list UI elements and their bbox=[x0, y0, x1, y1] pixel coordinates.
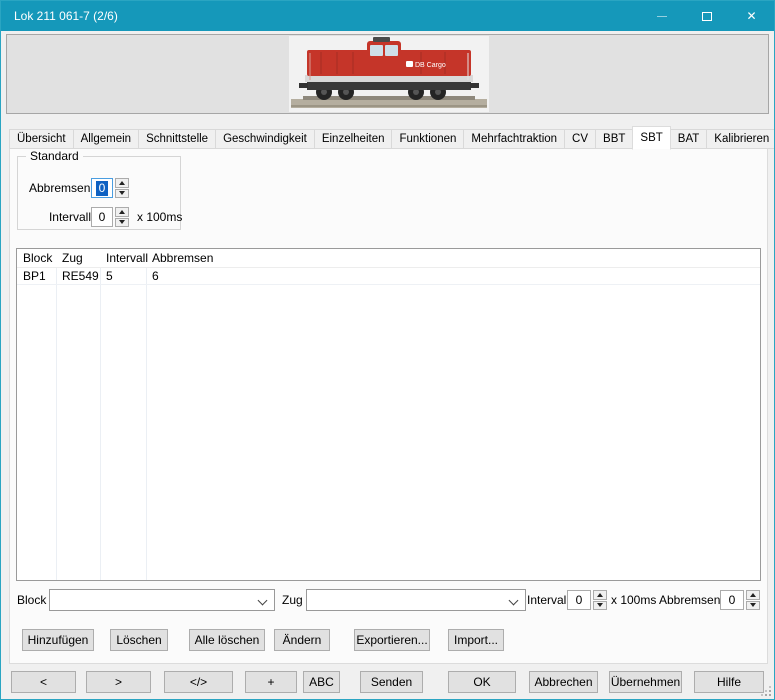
close-icon: ✕ bbox=[746, 9, 756, 23]
ok-button[interactable]: OK bbox=[448, 671, 516, 693]
tab-bbt[interactable]: BBT bbox=[595, 129, 633, 149]
next-button[interactable]: > bbox=[86, 671, 151, 693]
up-arrow-icon bbox=[119, 181, 125, 185]
tab-sbt[interactable]: SBT bbox=[632, 126, 670, 150]
cell-abbremsen: 6 bbox=[146, 268, 760, 284]
hilfe-button[interactable]: Hilfe bbox=[694, 671, 764, 693]
cell-zug: RE549 bbox=[56, 268, 100, 284]
tab-allgemein[interactable]: Allgemein bbox=[73, 129, 140, 149]
standard-groupbox: Standard Abbremsen 0 Intervall 0 x 100ms bbox=[17, 156, 181, 230]
spin-up-button[interactable] bbox=[115, 178, 129, 188]
down-arrow-icon bbox=[750, 603, 756, 607]
grip-dots-icon bbox=[769, 694, 771, 696]
chevron-down-icon bbox=[258, 596, 268, 606]
abbremsen-spinner[interactable]: 0 bbox=[91, 178, 129, 198]
dialog-window: Lok 211 061-7 (2/6) ✕ bbox=[0, 0, 775, 700]
spin-down-button[interactable] bbox=[115, 218, 129, 228]
block-combobox[interactable] bbox=[49, 589, 275, 611]
tab-cv[interactable]: CV bbox=[564, 129, 596, 149]
minimize-button[interactable] bbox=[639, 1, 684, 31]
aendern-button[interactable]: Ändern bbox=[274, 629, 330, 651]
zug-combobox[interactable] bbox=[306, 589, 526, 611]
column-divider bbox=[100, 249, 101, 580]
tab-uebersicht[interactable]: Übersicht bbox=[9, 129, 74, 149]
code-button[interactable]: </> bbox=[164, 671, 233, 693]
abc-button[interactable]: ABC bbox=[303, 671, 340, 693]
abbremsen-spin-field[interactable]: 0 bbox=[720, 590, 744, 610]
header-abbremsen[interactable]: Abbremsen bbox=[146, 249, 760, 267]
sbt-tab-page: Standard Abbremsen 0 Intervall 0 x 100ms bbox=[9, 148, 768, 664]
intervall-spinner[interactable]: 0 bbox=[91, 207, 129, 227]
resize-grip[interactable] bbox=[760, 685, 771, 696]
interval-unit-label: x 100ms bbox=[137, 210, 182, 224]
senden-button[interactable]: Senden bbox=[360, 671, 423, 693]
intervall-label: Intervall bbox=[527, 589, 569, 611]
groupbox-title: Standard bbox=[26, 149, 83, 163]
prev-button[interactable]: < bbox=[11, 671, 76, 693]
interval-unit-label: x 100ms bbox=[611, 589, 656, 611]
close-button[interactable]: ✕ bbox=[729, 1, 774, 31]
tab-kalibrieren[interactable]: Kalibrieren bbox=[706, 129, 775, 149]
cell-block: BP1 bbox=[17, 268, 56, 284]
header-zug[interactable]: Zug bbox=[56, 249, 100, 267]
tab-mehrfachtraktion[interactable]: Mehrfachtraktion bbox=[463, 129, 565, 149]
chevron-down-icon bbox=[509, 596, 519, 606]
block-list[interactable]: Block Zug Intervall Abbremsen BP1 RE549 … bbox=[16, 248, 761, 581]
exportieren-button[interactable]: Exportieren... bbox=[354, 629, 430, 651]
up-arrow-icon bbox=[750, 593, 756, 597]
import-button[interactable]: Import... bbox=[448, 629, 504, 651]
header-intervall[interactable]: Intervall bbox=[100, 249, 146, 267]
block-label: Block bbox=[17, 589, 46, 611]
abbremsen-spin-field[interactable]: 0 bbox=[91, 178, 113, 198]
abbremsen-label: Abbremsen bbox=[29, 181, 90, 195]
tab-strip: Übersicht Allgemein Schnittstelle Geschw… bbox=[9, 125, 775, 149]
column-divider bbox=[56, 249, 57, 580]
tab-funktionen[interactable]: Funktionen bbox=[391, 129, 464, 149]
tab-einzelheiten[interactable]: Einzelheiten bbox=[314, 129, 393, 149]
selected-value: 0 bbox=[96, 181, 109, 196]
uebernehmen-button[interactable]: Übernehmen bbox=[609, 671, 682, 693]
down-arrow-icon bbox=[119, 220, 125, 224]
tab-geschwindigkeit[interactable]: Geschwindigkeit bbox=[215, 129, 315, 149]
intervall-spin-field[interactable]: 0 bbox=[91, 207, 113, 227]
zug-label: Zug bbox=[282, 589, 303, 611]
locomotive-image: DB Cargo bbox=[289, 36, 489, 112]
maximize-button[interactable] bbox=[684, 1, 729, 31]
entry-intervall-spinner[interactable]: 0 bbox=[567, 590, 607, 610]
down-arrow-icon bbox=[119, 191, 125, 195]
abbrechen-button[interactable]: Abbrechen bbox=[529, 671, 598, 693]
intervall-spin-field[interactable]: 0 bbox=[567, 590, 591, 610]
window-title: Lok 211 061-7 (2/6) bbox=[14, 1, 118, 31]
down-arrow-icon bbox=[597, 603, 603, 607]
plus-button[interactable]: + bbox=[245, 671, 297, 693]
cell-intervall: 5 bbox=[100, 268, 146, 284]
column-divider bbox=[146, 249, 147, 580]
header-block[interactable]: Block bbox=[17, 249, 56, 267]
abbremsen-label: Abbremsen bbox=[659, 589, 720, 611]
spin-up-button[interactable] bbox=[115, 207, 129, 217]
maximize-icon bbox=[702, 12, 712, 21]
locomotive-photo: DB Cargo bbox=[289, 36, 489, 112]
titlebar[interactable]: Lok 211 061-7 (2/6) ✕ bbox=[1, 1, 774, 31]
alle-loeschen-button[interactable]: Alle löschen bbox=[189, 629, 265, 651]
tab-bat[interactable]: BAT bbox=[670, 129, 708, 149]
locomotive-panel: DB Cargo bbox=[6, 34, 769, 114]
list-header: Block Zug Intervall Abbremsen bbox=[17, 249, 760, 268]
spin-up-button[interactable] bbox=[593, 590, 607, 600]
minimize-icon bbox=[657, 16, 667, 17]
loeschen-button[interactable]: Löschen bbox=[110, 629, 168, 651]
svg-text:DB Cargo: DB Cargo bbox=[415, 62, 446, 69]
spin-down-button[interactable] bbox=[746, 601, 760, 611]
spin-up-button[interactable] bbox=[746, 590, 760, 600]
up-arrow-icon bbox=[119, 210, 125, 214]
spin-down-button[interactable] bbox=[115, 189, 129, 199]
entry-abbremsen-spinner[interactable]: 0 bbox=[720, 590, 760, 610]
intervall-label: Intervall bbox=[29, 210, 91, 224]
up-arrow-icon bbox=[597, 593, 603, 597]
hinzufuegen-button[interactable]: Hinzufügen bbox=[22, 629, 94, 651]
tab-schnittstelle[interactable]: Schnittstelle bbox=[138, 129, 216, 149]
table-row[interactable]: BP1 RE549 5 6 bbox=[17, 268, 760, 285]
spin-down-button[interactable] bbox=[593, 601, 607, 611]
